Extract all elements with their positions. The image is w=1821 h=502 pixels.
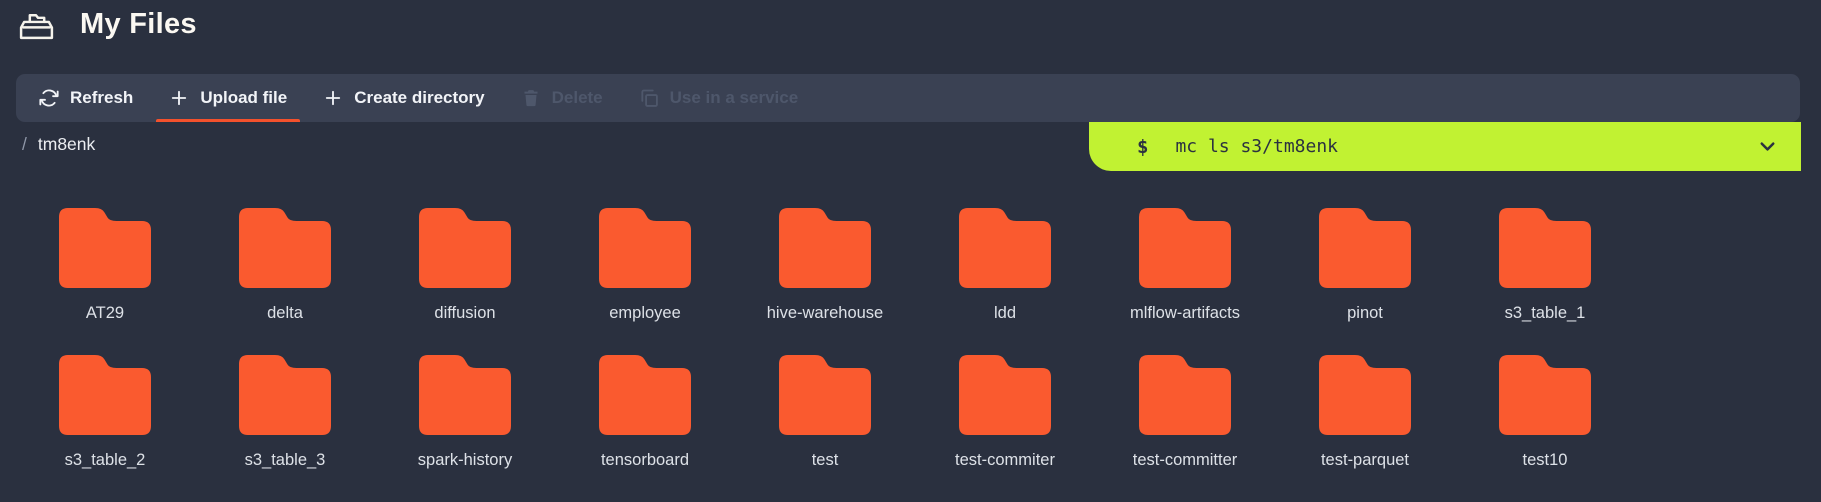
plus-icon [169, 88, 189, 108]
folder-icon [419, 208, 511, 288]
toolbar-button-refresh[interactable]: Refresh [26, 74, 146, 122]
folder-label: hive-warehouse [767, 303, 883, 323]
folder-icon [419, 355, 511, 435]
folder-label: test-commiter [955, 450, 1055, 470]
folder-label: tensorboard [601, 450, 689, 470]
my-files-page: { "header": { "title": "My Files" }, "to… [0, 0, 1821, 490]
page-title: My Files [80, 8, 197, 41]
folder-label: mlflow-artifacts [1130, 303, 1240, 323]
folder-icon [1319, 208, 1411, 288]
folder-icon [1139, 208, 1231, 288]
trash-icon [521, 88, 541, 108]
folder-icon [1139, 355, 1231, 435]
folder-item-pinot[interactable]: pinot [1275, 208, 1455, 355]
folder-grid: AT29 delta diffusion [15, 208, 1635, 502]
folder-label: AT29 [86, 303, 124, 323]
folder-label: pinot [1347, 303, 1383, 323]
folder-icon [959, 355, 1051, 435]
folder-icon [239, 355, 331, 435]
folder-label: test10 [1523, 450, 1568, 470]
toolbar-button-label: Refresh [70, 88, 133, 108]
toolbar-button-label: Upload file [200, 88, 287, 108]
folder-label: test-parquet [1321, 450, 1409, 470]
folder-item-s3-table-1[interactable]: s3_table_1 [1455, 208, 1635, 355]
toolbar-button-label: Use in a service [670, 88, 799, 108]
plus-icon [323, 88, 343, 108]
folder-item-test-parquet[interactable]: test-parquet [1275, 355, 1455, 502]
folder-icon [779, 208, 871, 288]
folder-item-test-committer[interactable]: test-committer [1095, 355, 1275, 502]
folder-icon [1499, 208, 1591, 288]
my-files-icon [18, 8, 55, 41]
folder-item-test10[interactable]: test10 [1455, 355, 1635, 502]
folder-item-test[interactable]: test [735, 355, 915, 502]
folder-icon [59, 355, 151, 435]
folder-icon [1499, 355, 1591, 435]
folder-item-spark-history[interactable]: spark-history [375, 355, 555, 502]
folder-icon [239, 208, 331, 288]
folder-label: delta [267, 303, 303, 323]
folder-item-test-commiter[interactable]: test-commiter [915, 355, 1095, 502]
folder-item-s3-table-3[interactable]: s3_table_3 [195, 355, 375, 502]
folder-item-tensorboard[interactable]: tensorboard [555, 355, 735, 502]
folder-label: test [812, 450, 839, 470]
command-text: mc ls s3/tm8enk [1175, 136, 1338, 157]
chevron-down-icon[interactable] [1756, 135, 1779, 158]
breadcrumb-bucket[interactable]: tm8enk [38, 134, 95, 155]
folder-label: ldd [994, 303, 1016, 323]
folder-icon [779, 355, 871, 435]
folder-item-employee[interactable]: employee [555, 208, 735, 355]
folder-label: test-committer [1133, 450, 1238, 470]
copy-icon [639, 88, 659, 108]
toolbar-button-label: Create directory [354, 88, 484, 108]
command-prompt: $ [1137, 136, 1148, 158]
breadcrumb: / tm8enk [22, 134, 95, 155]
breadcrumb-separator: / [22, 134, 27, 155]
folder-label: spark-history [418, 450, 512, 470]
refresh-icon [39, 88, 59, 108]
toolbar-button-upload-file[interactable]: Upload file [156, 74, 300, 122]
toolbar-button-label: Delete [552, 88, 603, 108]
folder-label: diffusion [434, 303, 495, 323]
folder-icon [1319, 355, 1411, 435]
folder-item-delta[interactable]: delta [195, 208, 375, 355]
folder-label: s3_table_1 [1505, 303, 1586, 323]
folder-item-ldd[interactable]: ldd [915, 208, 1095, 355]
toolbar: Refresh Upload file Create directory Del… [16, 74, 1800, 122]
folder-icon [599, 355, 691, 435]
command-bar[interactable]: $ mc ls s3/tm8enk [1089, 122, 1801, 171]
toolbar-button-delete[interactable]: Delete [508, 74, 616, 122]
folder-icon [599, 208, 691, 288]
folder-item-s3-table-2[interactable]: s3_table_2 [15, 355, 195, 502]
folder-item-mlflow-artifacts[interactable]: mlflow-artifacts [1095, 208, 1275, 355]
folder-item-hive-warehouse[interactable]: hive-warehouse [735, 208, 915, 355]
page-header: My Files [18, 8, 197, 41]
folder-icon [959, 208, 1051, 288]
folder-item-diffusion[interactable]: diffusion [375, 208, 555, 355]
folder-item-at29[interactable]: AT29 [15, 208, 195, 355]
folder-label: employee [609, 303, 681, 323]
folder-label: s3_table_2 [65, 450, 146, 470]
toolbar-button-create-directory[interactable]: Create directory [310, 74, 497, 122]
folder-icon [59, 208, 151, 288]
toolbar-button-use-in-a-service[interactable]: Use in a service [626, 74, 812, 122]
folder-label: s3_table_3 [245, 450, 326, 470]
